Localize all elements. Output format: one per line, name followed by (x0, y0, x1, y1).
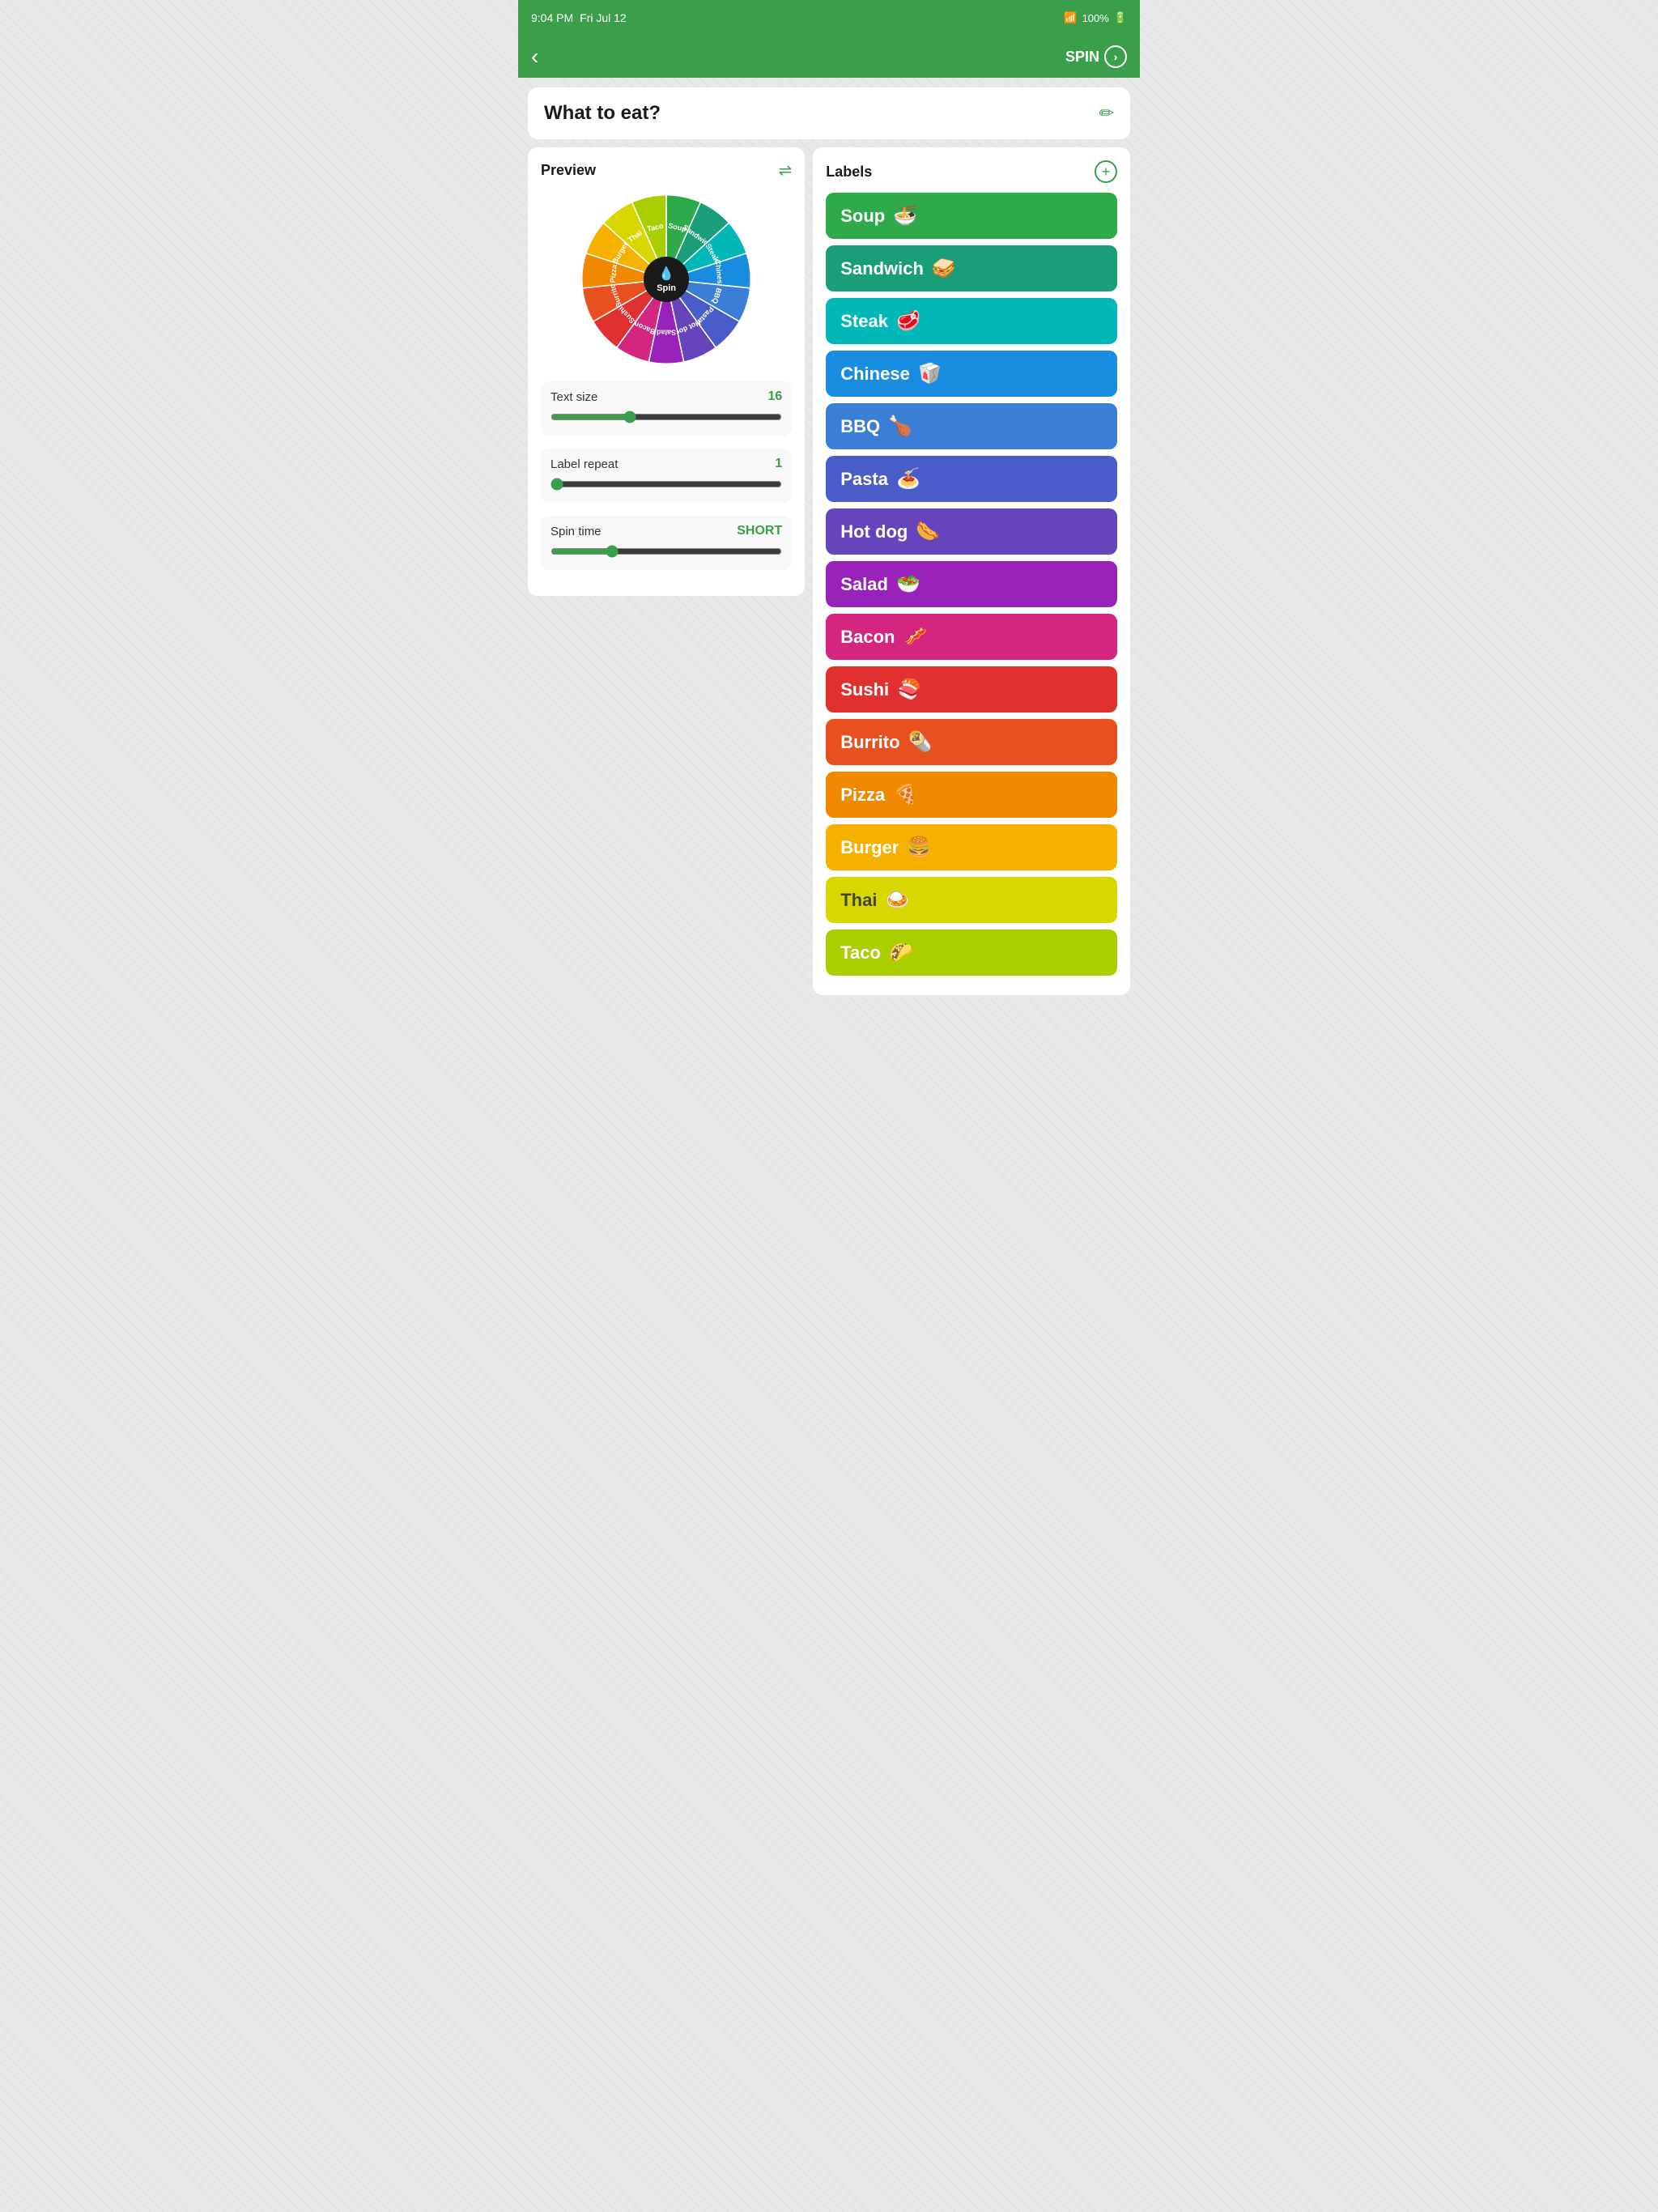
spin-time-slider[interactable] (551, 545, 782, 558)
label-text: Chinese (840, 364, 910, 385)
label-item-bacon[interactable]: Bacon 🥓 (826, 614, 1117, 660)
status-right: 📶 100% 🔋 (1064, 11, 1127, 24)
labels-label: Labels (826, 164, 872, 181)
label-item-steak[interactable]: Steak 🥩 (826, 298, 1117, 344)
label-text: Soup (840, 206, 885, 227)
label-emoji: 🍗 (888, 415, 912, 438)
label-item-pizza[interactable]: Pizza 🍕 (826, 772, 1117, 818)
label-item-burrito[interactable]: Burrito 🌯 (826, 719, 1117, 765)
label-emoji: 🍜 (893, 204, 917, 228)
label-emoji: 🌮 (889, 941, 913, 964)
label-text: Burger (840, 837, 899, 858)
status-bar: 9:04 PM Fri Jul 12 📶 100% 🔋 (518, 0, 1140, 36)
text-size-slider[interactable] (551, 410, 782, 423)
back-icon: ‹ (531, 44, 538, 70)
spin-time-row: Spin time SHORT (551, 524, 782, 538)
label-text: Pizza (840, 785, 885, 806)
label-text: Salad (840, 574, 888, 595)
label-item-taco[interactable]: Taco 🌮 (826, 929, 1117, 976)
label-item-pasta[interactable]: Pasta 🍝 (826, 456, 1117, 502)
status-left: 9:04 PM Fri Jul 12 (531, 11, 627, 24)
spin-center-label: Spin (657, 283, 676, 293)
spin-time-setting: Spin time SHORT (541, 516, 792, 570)
label-emoji: 🥗 (896, 572, 920, 596)
label-repeat-row: Label repeat 1 (551, 457, 782, 471)
label-text: Bacon (840, 627, 895, 648)
label-item-thai[interactable]: Thai 🍛 (826, 877, 1117, 923)
text-size-value: 16 (767, 389, 782, 404)
right-panel: Labels + Soup 🍜 Sandwich 🥪 Steak 🥩 Chinese 🥡 BBQ… (813, 147, 1130, 995)
label-list: Soup 🍜 Sandwich 🥪 Steak 🥩 Chinese 🥡 BBQ 🍗 Pasta 🍝 Ho… (826, 193, 1117, 976)
wheel-wrapper: SoupSandwichSteakChineseBBQPastaHot dogS… (577, 190, 755, 368)
preview-header: Preview ⇌ (541, 160, 792, 181)
label-text: Thai (840, 890, 877, 911)
label-item-hot-dog[interactable]: Hot dog 🌭 (826, 508, 1117, 555)
label-text: BBQ (840, 416, 880, 437)
label-text: Hot dog (840, 521, 908, 542)
add-label-button[interactable]: + (1095, 160, 1117, 183)
label-emoji: 🍕 (893, 783, 917, 806)
label-repeat-setting: Label repeat 1 (541, 449, 792, 503)
spin-button[interactable]: SPIN › (1065, 45, 1127, 68)
text-size-label: Text size (551, 390, 597, 404)
battery-value: 100% (1082, 12, 1109, 24)
spin-arrow-icon: › (1114, 50, 1118, 63)
label-item-bbq[interactable]: BBQ 🍗 (826, 403, 1117, 449)
label-item-sushi[interactable]: Sushi 🍣 (826, 666, 1117, 713)
wifi-icon: 📶 (1064, 11, 1077, 24)
label-text: Sushi (840, 679, 889, 700)
label-item-sandwich[interactable]: Sandwich 🥪 (826, 245, 1117, 291)
label-item-soup[interactable]: Soup 🍜 (826, 193, 1117, 239)
label-repeat-label: Label repeat (551, 457, 618, 471)
nav-bar: ‹ SPIN › (518, 36, 1140, 78)
label-text: Burrito (840, 732, 899, 753)
preview-label: Preview (541, 162, 596, 179)
label-text: Pasta (840, 469, 888, 490)
label-emoji: 🥩 (896, 309, 920, 333)
label-text: Sandwich (840, 258, 924, 279)
label-emoji: 🍔 (907, 836, 931, 859)
spin-time-label: Spin time (551, 525, 602, 538)
label-item-salad[interactable]: Salad 🥗 (826, 561, 1117, 607)
title-card: What to eat? ✏ (528, 87, 1130, 139)
battery-icon: 🔋 (1114, 11, 1127, 24)
spin-label: SPIN (1065, 49, 1099, 66)
shuffle-icon[interactable]: ⇌ (778, 160, 792, 181)
label-text: Steak (840, 311, 888, 332)
spin-circle: › (1104, 45, 1127, 68)
left-panel: Preview ⇌ SoupSandwichSteakChineseBBQPas… (528, 147, 805, 596)
label-emoji: 🌯 (908, 730, 933, 754)
status-time: 9:04 PM (531, 11, 573, 24)
status-date: Fri Jul 12 (580, 11, 627, 24)
label-item-chinese[interactable]: Chinese 🥡 (826, 351, 1117, 397)
label-emoji: 🍝 (896, 467, 920, 491)
label-emoji: 🍣 (897, 678, 921, 701)
spin-time-value: SHORT (737, 524, 782, 538)
page-title: What to eat? (544, 102, 661, 125)
label-emoji: 🥓 (903, 625, 927, 649)
label-repeat-value: 1 (775, 457, 782, 471)
text-size-setting: Text size 16 (541, 381, 792, 436)
svg-text:Salad: Salad (657, 329, 676, 337)
label-emoji: 🥡 (918, 362, 942, 385)
label-repeat-slider[interactable] (551, 478, 782, 491)
label-emoji: 🥪 (932, 257, 956, 280)
label-emoji: 🌭 (916, 520, 940, 543)
main-content: Preview ⇌ SoupSandwichSteakChineseBBQPas… (528, 147, 1130, 995)
label-emoji: 🍛 (885, 888, 909, 912)
edit-icon[interactable]: ✏ (1099, 103, 1114, 124)
label-item-burger[interactable]: Burger 🍔 (826, 824, 1117, 870)
label-text: Taco (840, 942, 881, 963)
back-button[interactable]: ‹ (531, 44, 538, 70)
text-size-row: Text size 16 (551, 389, 782, 404)
wheel-container: SoupSandwichSteakChineseBBQPastaHot dogS… (541, 190, 792, 368)
spin-center-button[interactable]: 💧 Spin (644, 257, 689, 302)
labels-header: Labels + (826, 160, 1117, 183)
add-icon-symbol: + (1102, 164, 1111, 181)
spin-drop-icon: 💧 (658, 266, 674, 282)
